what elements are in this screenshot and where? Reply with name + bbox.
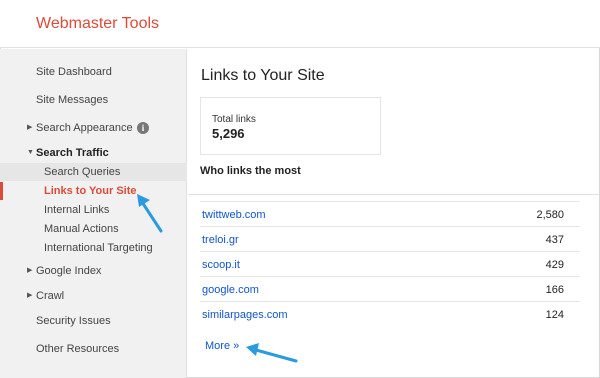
arrow-icon: [140, 200, 163, 233]
arrow-icon: [246, 343, 259, 356]
annotation-arrows: [137, 194, 298, 363]
arrow-icon: [254, 348, 298, 363]
